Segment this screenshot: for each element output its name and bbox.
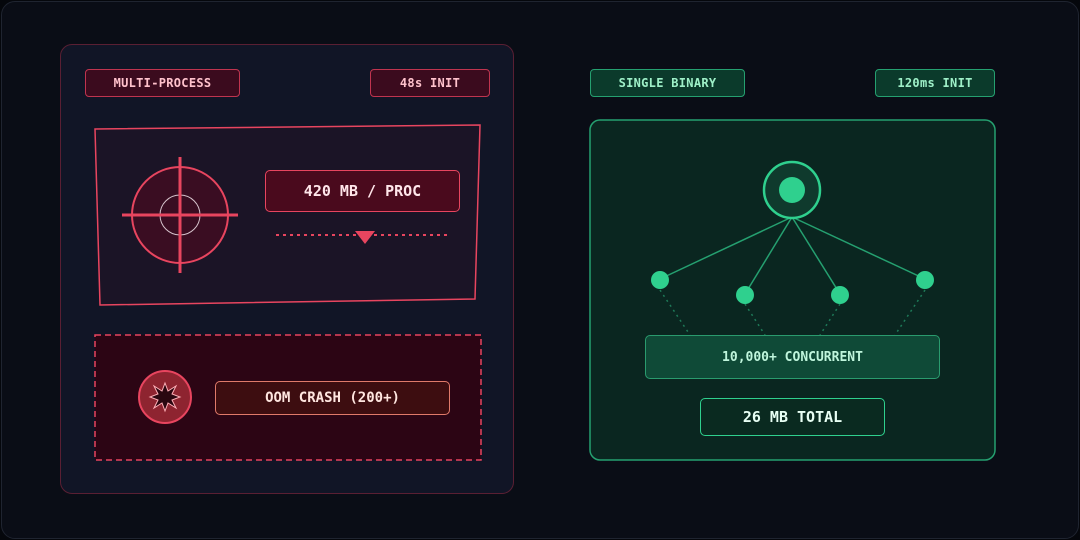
worker-node xyxy=(651,271,669,289)
total-memory-label: 26 MB TOTAL xyxy=(700,398,885,436)
explosion-icon xyxy=(138,370,192,424)
hub-node-icon xyxy=(762,160,822,220)
worker-node xyxy=(916,271,934,289)
oom-crash-label: OOM CRASH (200+) xyxy=(215,381,450,415)
worker-node xyxy=(736,286,754,304)
concurrency-label: 10,000+ CONCURRENT xyxy=(645,335,940,379)
init-tag-left: 48s INIT xyxy=(370,69,490,97)
mode-tag-multi-process: MULTI-PROCESS xyxy=(85,69,240,97)
worker-node xyxy=(831,286,849,304)
memory-per-process-label: 420 MB / PROC xyxy=(265,170,460,212)
init-tag-right: 120ms INIT xyxy=(875,69,995,97)
mode-tag-single-binary: SINGLE BINARY xyxy=(590,69,745,97)
